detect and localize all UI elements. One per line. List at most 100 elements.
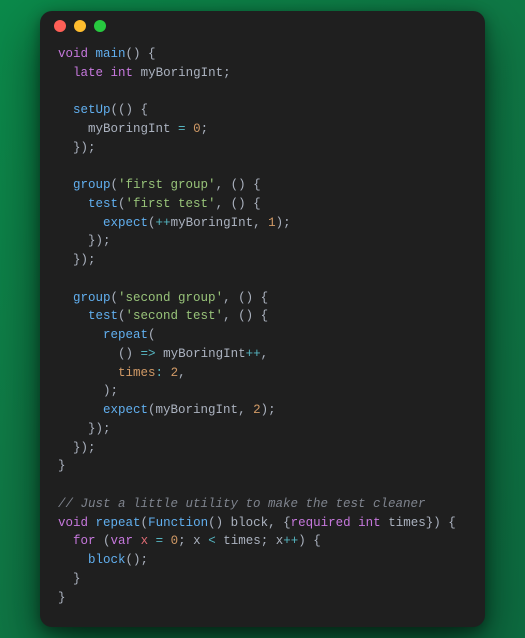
- fn-repeat: repeat: [103, 328, 148, 342]
- str-second-test: 'second test': [126, 309, 224, 323]
- punct: , () {: [216, 178, 261, 192]
- punct: [148, 534, 156, 548]
- indent: [58, 347, 118, 361]
- punct: ,: [178, 366, 186, 380]
- punct: (: [111, 178, 119, 192]
- punct: (): [208, 516, 231, 530]
- op-postinc: ++: [246, 347, 261, 361]
- punct: [133, 66, 141, 80]
- code-window: void main() { late int myBoringInt; setU…: [40, 11, 485, 628]
- num-2: 2: [253, 403, 261, 417]
- op-assign: =: [178, 122, 186, 136]
- indent: [58, 366, 118, 380]
- id-x: x: [141, 534, 149, 548]
- punct: (: [148, 403, 156, 417]
- titlebar: [40, 11, 485, 41]
- keyword-int: int: [358, 516, 381, 530]
- keyword-required: required: [291, 516, 351, 530]
- punct: [156, 347, 164, 361]
- indent: [58, 553, 88, 567]
- op-lt: <: [208, 534, 216, 548]
- indent: [58, 534, 73, 548]
- punct: );: [103, 384, 118, 398]
- indent: [58, 122, 88, 136]
- zoom-icon[interactable]: [94, 20, 106, 32]
- op-colon: :: [156, 366, 164, 380]
- punct: , () {: [223, 291, 268, 305]
- indent: [58, 422, 88, 436]
- punct: [186, 122, 194, 136]
- punct: }) {: [426, 516, 456, 530]
- indent: [58, 253, 73, 267]
- id-myBoringInt: myBoringInt: [141, 66, 224, 80]
- num-2: 2: [171, 366, 179, 380]
- indent: [58, 141, 73, 155]
- punct: (: [148, 328, 156, 342]
- keyword-late: late: [73, 66, 103, 80]
- punct: );: [276, 216, 291, 230]
- keyword-var: var: [111, 534, 134, 548]
- punct: }: [58, 459, 66, 473]
- punct: });: [73, 141, 96, 155]
- op-arrow: =>: [141, 347, 156, 361]
- punct: [103, 66, 111, 80]
- fn-main: main: [96, 47, 126, 61]
- punct: [88, 47, 96, 61]
- str-first-test: 'first test': [126, 197, 216, 211]
- comment: // Just a little utility to make the tes…: [58, 497, 426, 511]
- punct: ;: [223, 66, 231, 80]
- fn-group: group: [73, 178, 111, 192]
- op-assign: =: [156, 534, 164, 548]
- indent: [58, 403, 103, 417]
- fn-test: test: [88, 197, 118, 211]
- keyword-void: void: [58, 516, 88, 530]
- punct: (: [141, 516, 149, 530]
- punct: [163, 366, 171, 380]
- code-block: void main() { late int myBoringInt; setU…: [40, 41, 485, 628]
- indent: [58, 291, 73, 305]
- op-postinc: ++: [283, 534, 298, 548]
- punct: ) {: [298, 534, 321, 548]
- punct: ,: [261, 347, 269, 361]
- num-1: 1: [268, 216, 276, 230]
- punct: [163, 534, 171, 548]
- indent: [58, 66, 73, 80]
- punct: );: [261, 403, 276, 417]
- fn-expect: expect: [103, 216, 148, 230]
- id-times: times: [223, 534, 261, 548]
- punct: ,: [253, 216, 268, 230]
- punct: , () {: [223, 309, 268, 323]
- num-0: 0: [193, 122, 201, 136]
- punct: (: [148, 216, 156, 230]
- punct: () {: [126, 47, 156, 61]
- fn-test: test: [88, 309, 118, 323]
- punct: , {: [268, 516, 291, 530]
- indent: [58, 441, 73, 455]
- close-icon[interactable]: [54, 20, 66, 32]
- indent: [58, 216, 103, 230]
- punct: (: [118, 309, 126, 323]
- punct: (: [111, 291, 119, 305]
- indent: [58, 572, 73, 586]
- id-x: x: [193, 534, 201, 548]
- keyword-int: int: [111, 66, 134, 80]
- fn-setUp: setUp: [73, 103, 111, 117]
- str-second-group: 'second group': [118, 291, 223, 305]
- fn-group: group: [73, 291, 111, 305]
- type-Function: Function: [148, 516, 208, 530]
- id-block: block: [231, 516, 269, 530]
- id-myBoringInt: myBoringInt: [156, 403, 239, 417]
- indent: [58, 103, 73, 117]
- id-myBoringInt: myBoringInt: [163, 347, 246, 361]
- id-times: times: [388, 516, 426, 530]
- indent: [58, 309, 88, 323]
- minimize-icon[interactable]: [74, 20, 86, 32]
- punct: ();: [126, 553, 149, 567]
- keyword-for: for: [73, 534, 96, 548]
- punct: });: [88, 234, 111, 248]
- punct: });: [73, 253, 96, 267]
- id-myBoringInt: myBoringInt: [88, 122, 171, 136]
- op-preinc: ++: [156, 216, 171, 230]
- indent: [58, 234, 88, 248]
- punct: (() {: [111, 103, 149, 117]
